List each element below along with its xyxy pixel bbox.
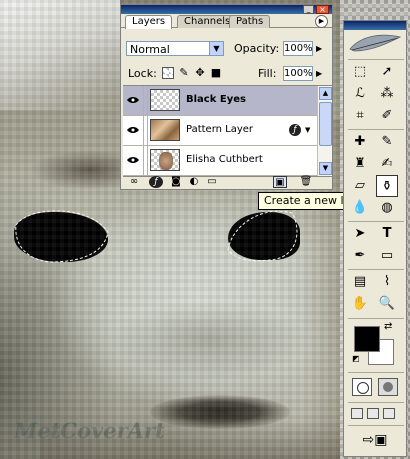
type-icon[interactable]: T xyxy=(376,223,398,245)
swap-colors-icon[interactable]: ⇄ xyxy=(384,321,396,333)
lock-transparent-pixels-icon[interactable] xyxy=(162,67,174,79)
move-icon[interactable]: ➚ xyxy=(376,61,398,83)
tools-palette: ⬚ ➚ ℒ ⁂ ⌗ ✐ ✚ ✎ ♜ ✍ ▱ ⚱ 💧 ◍ ➤ T ✒ ▭ ▤ ⌇ … xyxy=(343,20,407,457)
opacity-label: Opacity: xyxy=(234,42,280,55)
blend-mode-value: Normal xyxy=(130,43,170,56)
chevron-down-icon[interactable]: ▼ xyxy=(209,42,223,55)
tab-paths[interactable]: Paths xyxy=(229,15,271,28)
lock-all-icon[interactable]: ■ xyxy=(210,67,222,79)
jump-to-imageready-icon[interactable]: ⇨▣ xyxy=(350,430,400,450)
expand-effects-icon[interactable]: ▼ xyxy=(305,126,310,134)
nose-shadow xyxy=(110,300,310,380)
adjustment-layer-icon[interactable]: ◐ xyxy=(187,176,201,188)
scrollbar-thumb[interactable] xyxy=(319,102,332,146)
tools-titlebar[interactable] xyxy=(344,21,406,30)
new-group-icon[interactable]: ▭ xyxy=(205,176,219,188)
blend-row: Normal ▼ Opacity: 100% ▶ xyxy=(126,41,326,58)
full-screen-menu-mode-icon[interactable] xyxy=(367,408,379,419)
hand-icon[interactable]: ✋ xyxy=(349,293,371,315)
lasso-icon[interactable]: ℒ xyxy=(349,83,371,105)
minimize-icon[interactable]: _ xyxy=(303,5,314,14)
layer-thumbnail xyxy=(150,119,180,141)
layer-thumbnail xyxy=(150,89,180,111)
standard-screen-mode-icon[interactable] xyxy=(351,408,363,419)
palette-titlebar[interactable]: _ × xyxy=(121,5,332,14)
visibility-toggle[interactable] xyxy=(123,116,144,145)
lock-image-pixels-icon[interactable]: ✎ xyxy=(178,67,190,79)
link-cell[interactable] xyxy=(143,146,148,175)
layers-palette: _ × Layers Channels Paths ▶ Normal ▼ Opa… xyxy=(120,4,333,190)
eye-icon xyxy=(127,127,139,133)
tab-layers[interactable]: Layers xyxy=(125,15,173,29)
layer-list-scrollbar[interactable]: ▲ ▼ xyxy=(317,86,332,176)
opacity-slider-arrow-icon[interactable]: ▶ xyxy=(316,44,322,53)
layer-thumbnail xyxy=(150,149,180,171)
lock-row: Lock: ✎ ✥ ■ Fill: 100% ▶ xyxy=(126,66,326,83)
shape-icon[interactable]: ▭ xyxy=(376,245,398,267)
visibility-toggle[interactable] xyxy=(123,86,144,115)
full-screen-mode-icon[interactable] xyxy=(383,408,395,419)
layer-name: Black Eyes xyxy=(186,94,246,105)
hair-region xyxy=(0,0,120,110)
healing-brush-icon[interactable]: ✚ xyxy=(349,131,371,153)
fill-field[interactable]: 100% xyxy=(283,66,313,81)
eraser-icon[interactable]: ▱ xyxy=(349,175,371,197)
clone-stamp-icon[interactable]: ♜ xyxy=(349,153,371,175)
crop-icon[interactable]: ⌗ xyxy=(349,105,371,127)
magic-wand-icon[interactable]: ⁂ xyxy=(376,83,398,105)
blur-icon[interactable]: 💧 xyxy=(349,197,371,219)
standard-mode-icon[interactable] xyxy=(352,378,372,396)
link-cell[interactable] xyxy=(143,86,148,115)
notes-icon[interactable]: ▤ xyxy=(349,271,371,293)
link-layers-icon[interactable]: ∞ xyxy=(127,176,141,188)
fill-slider-arrow-icon[interactable]: ▶ xyxy=(316,69,322,78)
lock-label: Lock: xyxy=(128,67,157,80)
new-layer-icon[interactable]: ▣ xyxy=(273,176,287,188)
palette-menu-icon[interactable]: ▶ xyxy=(315,15,328,28)
mouth xyxy=(150,395,290,429)
brush-icon[interactable]: ✎ xyxy=(376,131,398,153)
eyedropper-icon[interactable]: ⌇ xyxy=(376,271,398,293)
pen-icon[interactable]: ✒ xyxy=(349,245,371,267)
layer-row-pattern-layer[interactable]: Pattern Layer ƒ ▼ xyxy=(123,116,317,146)
fx-icon[interactable]: ƒ xyxy=(289,124,301,136)
quick-mask-icon[interactable] xyxy=(378,378,398,396)
default-colors-icon[interactable]: ◩ xyxy=(352,354,362,364)
opacity-field[interactable]: 100% xyxy=(283,41,313,56)
close-icon[interactable]: × xyxy=(316,5,329,14)
lock-position-icon[interactable]: ✥ xyxy=(194,67,206,79)
layer-row-elisha-cuthbert[interactable]: Elisha Cuthbert xyxy=(123,146,317,176)
path-selection-icon[interactable]: ➤ xyxy=(349,223,371,245)
paint-bucket-icon[interactable]: ⚱ xyxy=(376,175,398,197)
add-layer-style-icon[interactable]: ƒ xyxy=(149,176,163,188)
chin-shadow xyxy=(40,420,370,459)
history-brush-icon[interactable]: ✍ xyxy=(376,153,398,175)
scroll-up-icon[interactable]: ▲ xyxy=(319,87,332,100)
eye-icon xyxy=(127,157,139,163)
watermark: MetCoverArt xyxy=(14,418,165,443)
dodge-icon[interactable]: ◍ xyxy=(376,197,398,219)
layer-name: Pattern Layer xyxy=(186,124,254,135)
black-eye-left xyxy=(14,212,108,262)
palette-tabs: Layers Channels Paths ▶ xyxy=(121,14,332,29)
layer-list: Black Eyes Pattern Layer ƒ ▼ Elisha Cuth… xyxy=(123,85,332,177)
palette-footer: ∞ ƒ ◙ ◐ ▭ ▣ 🗑 xyxy=(123,176,332,189)
slice-icon[interactable]: ✐ xyxy=(376,105,398,127)
trash-icon[interactable]: 🗑 xyxy=(299,176,313,188)
fill-label: Fill: xyxy=(258,67,277,80)
link-cell[interactable] xyxy=(143,116,148,145)
feather-icon[interactable] xyxy=(348,33,402,55)
eye-icon xyxy=(127,97,139,103)
black-eye-right xyxy=(228,212,300,260)
add-mask-icon[interactable]: ◙ xyxy=(169,176,183,188)
layer-row-black-eyes[interactable]: Black Eyes xyxy=(123,86,317,116)
blend-mode-select[interactable]: Normal ▼ xyxy=(126,41,224,56)
layer-name: Elisha Cuthbert xyxy=(186,154,263,165)
scroll-down-icon[interactable]: ▼ xyxy=(319,162,332,175)
foreground-color-swatch[interactable] xyxy=(354,326,380,352)
marquee-icon[interactable]: ⬚ xyxy=(349,61,371,83)
visibility-toggle[interactable] xyxy=(123,146,144,175)
zoom-icon[interactable]: 🔍 xyxy=(376,293,398,315)
